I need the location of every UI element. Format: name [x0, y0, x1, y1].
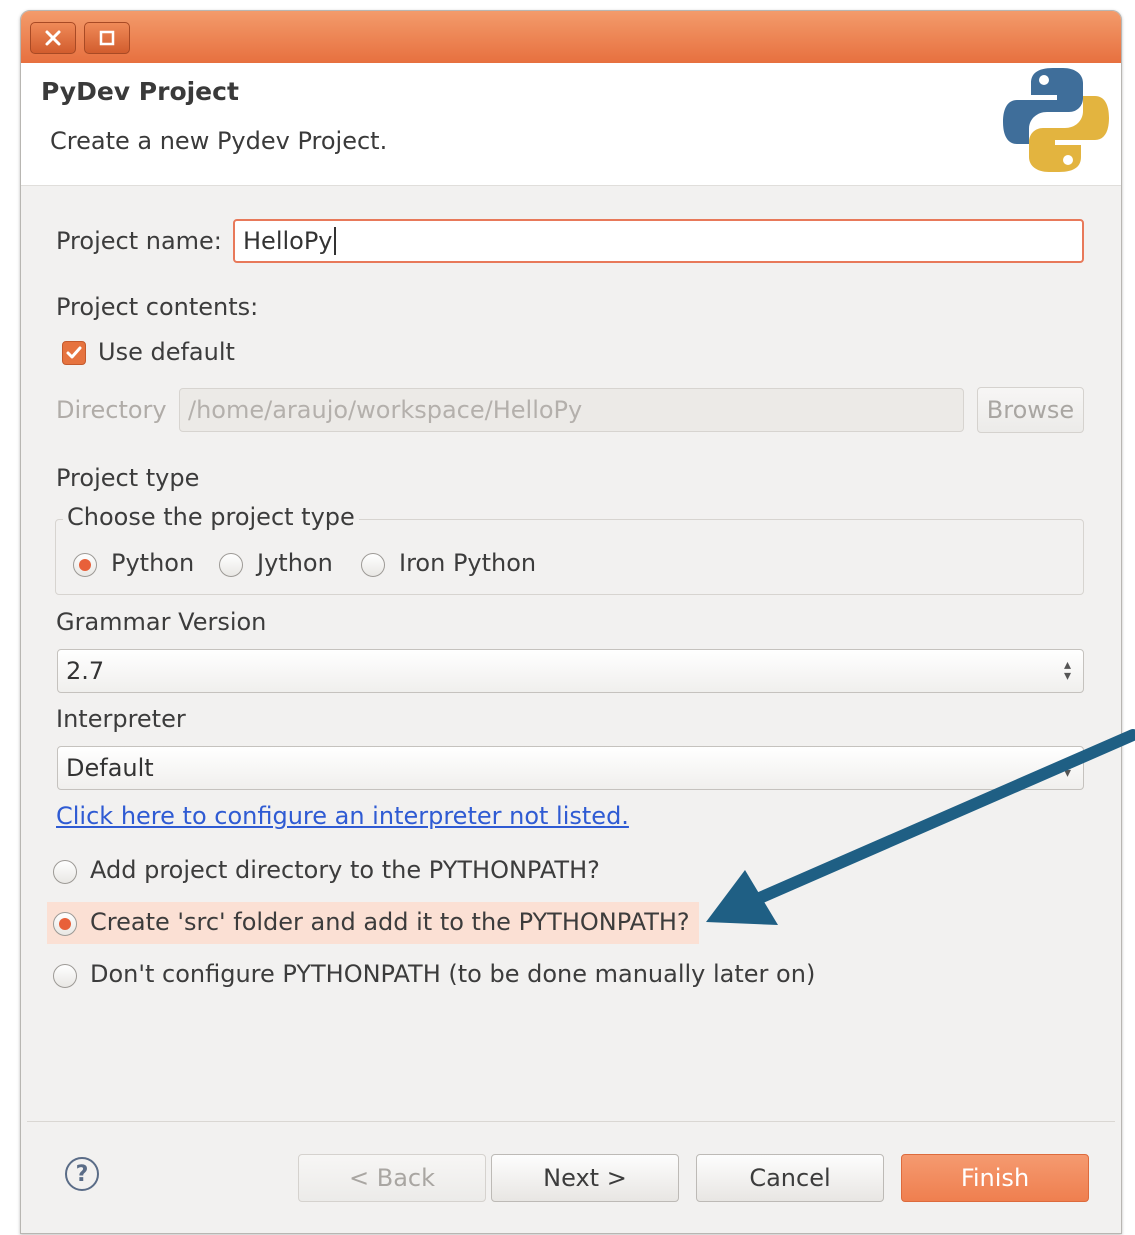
annotation-arrow-icon: [706, 729, 1135, 925]
